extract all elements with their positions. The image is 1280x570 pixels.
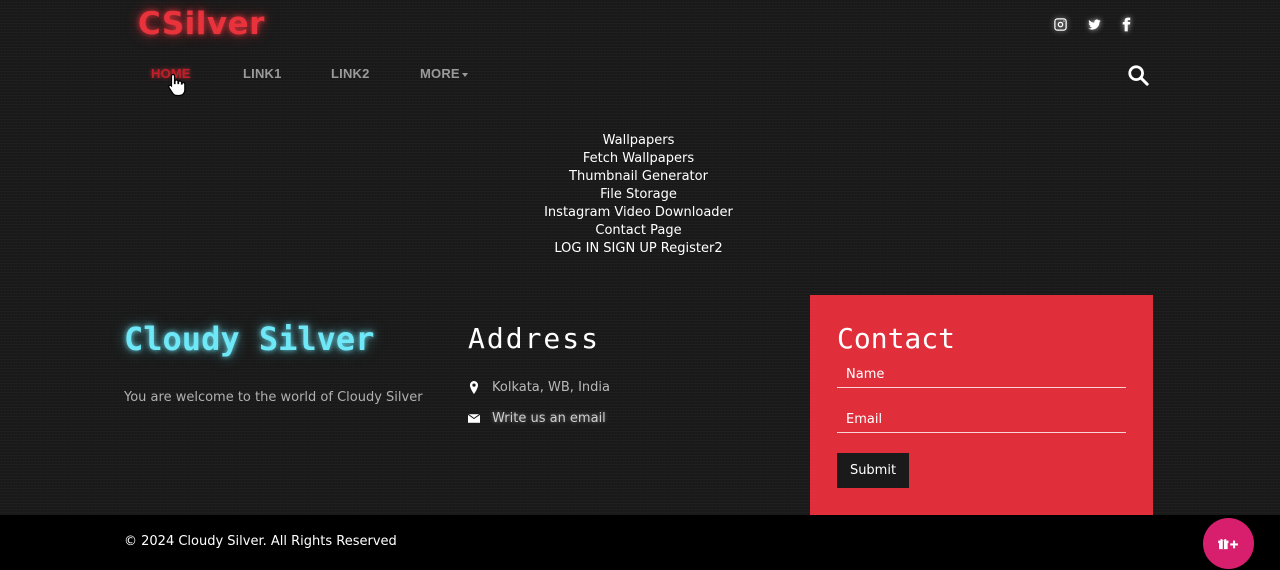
address-heading: Address <box>468 322 601 355</box>
footer-title: Cloudy Silver <box>124 320 375 358</box>
nav-link1[interactable]: LINK1 <box>243 66 282 81</box>
address-email-row: Write us an email <box>468 411 606 426</box>
more-dropdown-menu: Wallpapers Fetch Wallpapers Thumbnail Ge… <box>0 132 1277 258</box>
instagram-icon[interactable] <box>1050 14 1070 34</box>
facebook-icon[interactable] <box>1116 14 1136 34</box>
dropdown-link-fetch-wallpapers[interactable]: Fetch Wallpapers <box>0 150 1277 168</box>
copyright-text: © 2024 Cloudy Silver. All Rights Reserve… <box>124 534 397 549</box>
copyright-bar: © 2024 Cloudy Silver. All Rights Reserve… <box>0 515 1280 570</box>
envelope-icon <box>468 412 480 426</box>
footer-description: You are welcome to the world of Cloudy S… <box>124 390 423 405</box>
dropdown-link-contact-page[interactable]: Contact Page <box>0 222 1277 240</box>
gift-plus-button[interactable] <box>1203 518 1254 569</box>
dropdown-link-instagram-downloader[interactable]: Instagram Video Downloader <box>0 204 1277 222</box>
address-location: Kolkata, WB, India <box>492 380 610 395</box>
gift-plus-icon <box>1218 538 1238 549</box>
name-field[interactable] <box>837 362 1126 388</box>
email-field[interactable] <box>837 407 1126 433</box>
twitter-icon[interactable] <box>1084 14 1104 34</box>
map-pin-icon <box>468 381 480 395</box>
dropdown-link-wallpapers[interactable]: Wallpapers <box>0 132 1277 150</box>
contact-form-panel: Contact Submit <box>810 295 1153 515</box>
site-logo[interactable]: CSilver <box>138 6 265 42</box>
nav-more-label: MORE <box>420 66 460 81</box>
nav-link2[interactable]: LINK2 <box>331 66 370 81</box>
nav-more[interactable]: MORE <box>420 66 468 81</box>
contact-heading: Contact <box>837 322 956 355</box>
dropdown-link-thumbnail-generator[interactable]: Thumbnail Generator <box>0 168 1277 186</box>
search-icon[interactable] <box>1127 64 1149 86</box>
hand-cursor-icon <box>168 73 186 97</box>
submit-button[interactable]: Submit <box>837 453 909 488</box>
email-link[interactable]: Write us an email <box>492 411 606 426</box>
dropdown-link-login-signup[interactable]: LOG IN SIGN UP Register2 <box>0 240 1277 258</box>
caret-down-icon <box>461 72 468 77</box>
dropdown-link-file-storage[interactable]: File Storage <box>0 186 1277 204</box>
address-location-row: Kolkata, WB, India <box>468 380 610 395</box>
